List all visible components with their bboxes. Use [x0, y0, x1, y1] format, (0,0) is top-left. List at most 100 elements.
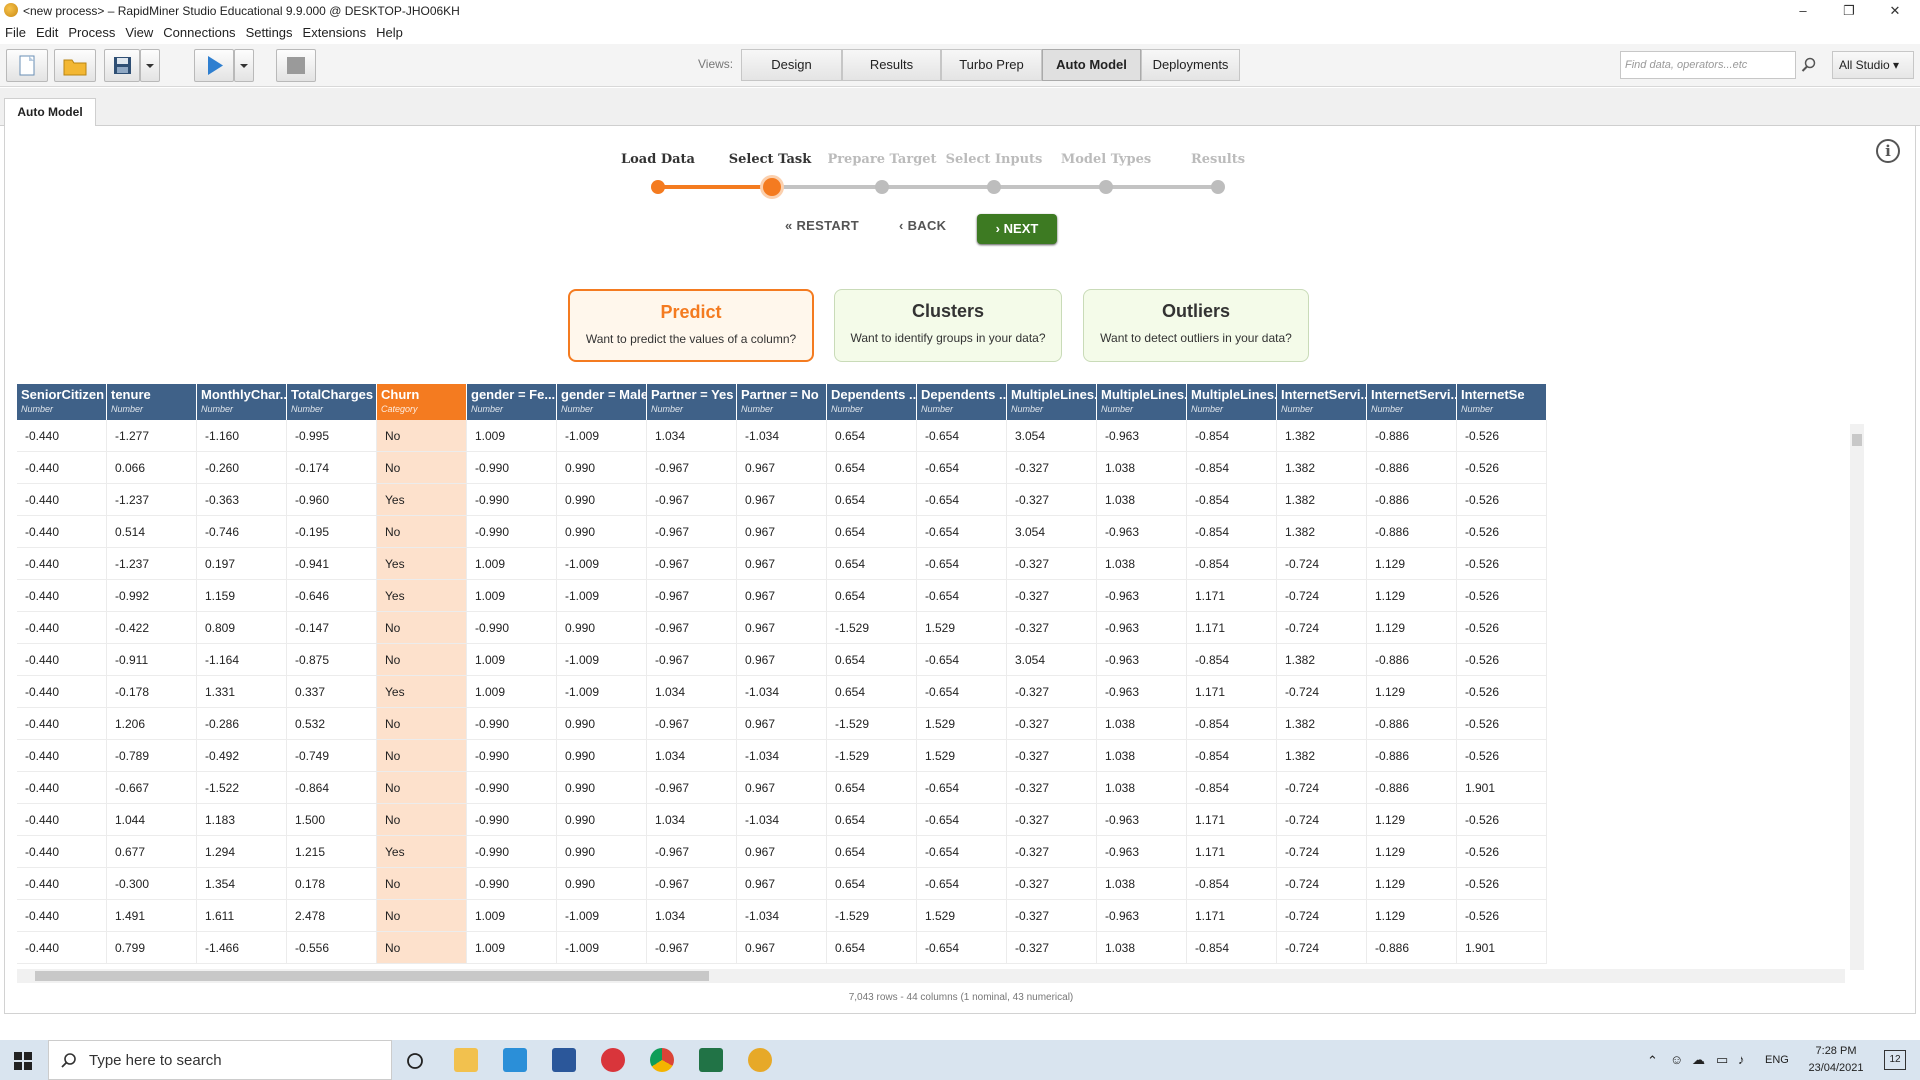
table-cell[interactable]: -0.746: [197, 516, 287, 548]
table-cell[interactable]: 1.611: [197, 900, 287, 932]
search-icon[interactable]: [1801, 57, 1817, 73]
table-cell[interactable]: -1.522: [197, 772, 287, 804]
table-cell[interactable]: -0.724: [1277, 580, 1367, 612]
table-cell[interactable]: -0.327: [1007, 772, 1097, 804]
table-cell[interactable]: 0.654: [827, 772, 917, 804]
table-cell[interactable]: -0.526: [1457, 420, 1547, 452]
table-cell[interactable]: 0.799: [107, 932, 197, 964]
table-cell[interactable]: 1.382: [1277, 644, 1367, 676]
table-cell[interactable]: 0.654: [827, 548, 917, 580]
table-cell[interactable]: -0.990: [467, 708, 557, 740]
taskbar-search-input[interactable]: Type here to search: [48, 1040, 392, 1080]
run-dropdown-button[interactable]: [234, 49, 254, 82]
table-cell[interactable]: -1.466: [197, 932, 287, 964]
table-cell[interactable]: -0.654: [917, 772, 1007, 804]
table-cell[interactable]: 1.171: [1187, 900, 1277, 932]
table-cell[interactable]: 1.215: [287, 836, 377, 868]
table-cell[interactable]: 1.901: [1457, 772, 1547, 804]
table-cell[interactable]: 1.171: [1187, 676, 1277, 708]
table-cell[interactable]: 1.129: [1367, 868, 1457, 900]
table-cell[interactable]: No: [377, 772, 467, 804]
table-cell[interactable]: -0.654: [917, 804, 1007, 836]
column-header[interactable]: gender = Fe... Number: [467, 384, 557, 420]
column-header[interactable]: InternetServi... Number: [1367, 384, 1457, 420]
table-cell[interactable]: No: [377, 740, 467, 772]
table-cell[interactable]: -0.990: [467, 836, 557, 868]
table-cell[interactable]: 1.382: [1277, 516, 1367, 548]
table-cell[interactable]: -0.990: [467, 484, 557, 516]
column-header[interactable]: InternetSe Number: [1457, 384, 1547, 420]
table-cell[interactable]: 0.990: [557, 452, 647, 484]
table-cell[interactable]: 1.382: [1277, 484, 1367, 516]
column-header[interactable]: InternetServi... Number: [1277, 384, 1367, 420]
table-cell[interactable]: -1.009: [557, 580, 647, 612]
table-cell[interactable]: -0.960: [287, 484, 377, 516]
back-button[interactable]: ‹ BACK: [899, 218, 946, 233]
task-view-icon[interactable]: [406, 1052, 424, 1070]
table-cell[interactable]: -0.749: [287, 740, 377, 772]
table-cell[interactable]: 1.044: [107, 804, 197, 836]
table-cell[interactable]: -0.995: [287, 420, 377, 452]
column-header[interactable]: TotalCharges Number: [287, 384, 377, 420]
table-cell[interactable]: -0.526: [1457, 900, 1547, 932]
notification-center-icon[interactable]: 12: [1884, 1050, 1906, 1070]
table-cell[interactable]: -0.911: [107, 644, 197, 676]
table-cell[interactable]: Yes: [377, 836, 467, 868]
table-cell[interactable]: 0.967: [737, 932, 827, 964]
table-cell[interactable]: -0.526: [1457, 804, 1547, 836]
table-cell[interactable]: 1.129: [1367, 580, 1457, 612]
table-cell[interactable]: 1.038: [1097, 932, 1187, 964]
table-cell[interactable]: -1.034: [737, 804, 827, 836]
table-cell[interactable]: 0.654: [827, 932, 917, 964]
column-header[interactable]: MultipleLines... Number: [1097, 384, 1187, 420]
table-cell[interactable]: -0.327: [1007, 548, 1097, 580]
table-cell[interactable]: -0.967: [647, 708, 737, 740]
table-cell[interactable]: 1.038: [1097, 740, 1187, 772]
table-cell[interactable]: -0.963: [1097, 420, 1187, 452]
column-header[interactable]: MonthlyChar... Number: [197, 384, 287, 420]
column-header[interactable]: Churn Category: [377, 384, 467, 420]
table-cell[interactable]: 1.382: [1277, 452, 1367, 484]
table-cell[interactable]: -0.526: [1457, 740, 1547, 772]
table-cell[interactable]: -1.237: [107, 548, 197, 580]
people-icon[interactable]: ☺: [1670, 1052, 1683, 1067]
search-scope-dropdown[interactable]: All Studio ▾: [1832, 51, 1914, 79]
table-cell[interactable]: 1.529: [917, 708, 1007, 740]
table-cell[interactable]: 0.967: [737, 772, 827, 804]
table-cell[interactable]: 1.500: [287, 804, 377, 836]
table-cell[interactable]: 0.990: [557, 516, 647, 548]
table-cell[interactable]: -0.422: [107, 612, 197, 644]
table-cell[interactable]: -1.529: [827, 612, 917, 644]
table-cell[interactable]: -0.854: [1187, 548, 1277, 580]
table-cell[interactable]: 1.382: [1277, 740, 1367, 772]
table-cell[interactable]: -0.286: [197, 708, 287, 740]
table-cell[interactable]: -0.963: [1097, 804, 1187, 836]
table-cell[interactable]: -1.009: [557, 644, 647, 676]
table-cell[interactable]: 1.009: [467, 420, 557, 452]
menu-connections[interactable]: Connections: [158, 22, 240, 40]
table-cell[interactable]: 1.529: [917, 612, 1007, 644]
column-header[interactable]: Dependents ... Number: [827, 384, 917, 420]
volume-icon[interactable]: ♪: [1738, 1052, 1745, 1067]
table-cell[interactable]: 0.178: [287, 868, 377, 900]
clock-date[interactable]: 23/04/2021: [1800, 1062, 1872, 1074]
table-cell[interactable]: 0.990: [557, 868, 647, 900]
task-card-predict[interactable]: Predict Want to predict the values of a …: [568, 289, 814, 362]
table-cell[interactable]: -0.260: [197, 452, 287, 484]
table-cell[interactable]: -0.526: [1457, 580, 1547, 612]
table-cell[interactable]: -0.654: [917, 644, 1007, 676]
table-cell[interactable]: 1.034: [647, 676, 737, 708]
table-cell[interactable]: -0.967: [647, 452, 737, 484]
table-cell[interactable]: -0.440: [17, 708, 107, 740]
table-cell[interactable]: -0.646: [287, 580, 377, 612]
table-cell[interactable]: No: [377, 644, 467, 676]
table-cell[interactable]: -0.789: [107, 740, 197, 772]
table-cell[interactable]: 1.382: [1277, 420, 1367, 452]
vertical-scrollbar[interactable]: [1850, 424, 1864, 970]
table-cell[interactable]: 1.034: [647, 740, 737, 772]
table-cell[interactable]: No: [377, 932, 467, 964]
table-cell[interactable]: -0.440: [17, 932, 107, 964]
table-cell[interactable]: -0.854: [1187, 484, 1277, 516]
table-cell[interactable]: 0.654: [827, 644, 917, 676]
table-cell[interactable]: -0.854: [1187, 708, 1277, 740]
